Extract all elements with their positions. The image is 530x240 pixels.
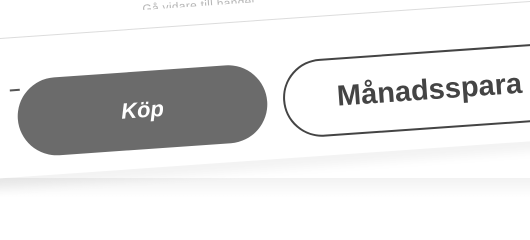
screen: Gå vidare till handel Köp Månadsspara (0, 0, 530, 238)
section-divider-shadow (0, 178, 530, 198)
order-actions-card: Gå vidare till handel Köp Månadsspara (0, 0, 530, 180)
header-strip: Gå vidare till handel (0, 0, 530, 41)
action-buttons: Köp Månadsspara (15, 40, 530, 158)
monthly-savings-button[interactable]: Månadsspara (280, 40, 530, 140)
buy-button[interactable]: Köp (15, 62, 270, 158)
header-partial-text: Gå vidare till handel (142, 0, 255, 10)
